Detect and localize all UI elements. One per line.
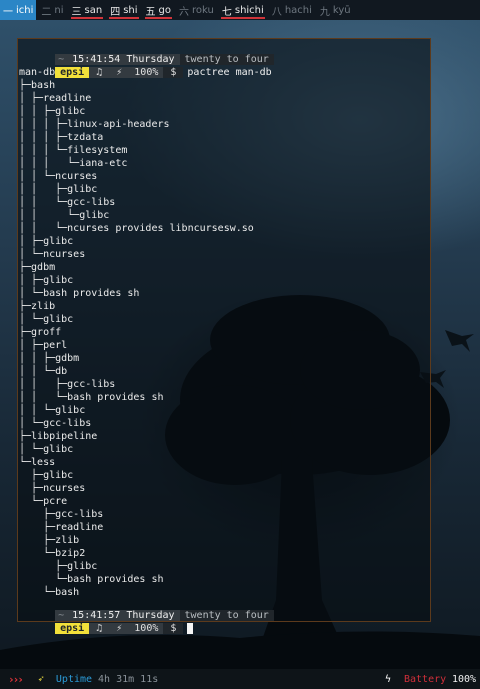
workspace-2[interactable]: 三 san xyxy=(69,0,106,20)
tree-line: ├─glibc xyxy=(19,470,74,481)
tree-line: │ │ │ ├─tzdata xyxy=(19,132,104,143)
tree-line: │ └─gcc-libs xyxy=(19,418,92,429)
prompt-battery-2: 100% xyxy=(129,622,164,634)
tree-line: │ ├─perl xyxy=(19,340,68,351)
prompt-command-line-2[interactable]: epsi ♫ ⚡ 100% $ xyxy=(19,609,194,634)
tree-line: │ │ └─ncurses provides libncursesw.so xyxy=(19,223,254,234)
workspace-label: ichi xyxy=(16,4,34,16)
status-bar: ››› ➶ Uptime 4h 31m 11s ϟ Battery 100% xyxy=(0,669,480,689)
tree-line: │ └─ncurses xyxy=(19,249,86,260)
tree-line: │ │ ├─glibc xyxy=(19,184,98,195)
workspace-4[interactable]: 五 go xyxy=(143,0,174,20)
tree-line: │ ├─readline xyxy=(19,93,92,104)
workspace-6[interactable]: 七 shichi xyxy=(219,0,267,20)
tree-line: │ │ └─ncurses xyxy=(19,171,98,182)
workspace-8[interactable]: 九 kyū xyxy=(317,0,354,20)
music-note-icon-2: ♫ xyxy=(89,622,110,634)
workspace-bar: 一 ichi 二 ni 三 san 四 shi 五 go 六 roku 七 shichi 八 hachi 九 ky… xyxy=(0,0,480,20)
workspace-number: 四 xyxy=(110,6,121,18)
workspace-1[interactable]: 二 ni xyxy=(38,0,66,20)
tree-line: │ │ ├─gcc-libs xyxy=(19,379,116,390)
tree-line: │ │ │ └─iana-etc xyxy=(19,158,128,169)
workspace-number: 八 xyxy=(271,6,282,18)
tree-line: ├─ncurses xyxy=(19,483,86,494)
tree-line: │ └─glibc xyxy=(19,444,74,455)
battery-label: Battery xyxy=(404,673,447,685)
battery-bolt-icon: ϟ xyxy=(385,673,392,685)
tree-line: │ └─glibc xyxy=(19,314,74,325)
workspace-label: kyū xyxy=(332,4,351,16)
workspace-number: 九 xyxy=(319,6,330,18)
uptime-label: Uptime xyxy=(55,673,93,685)
tree-line: ├─zlib xyxy=(19,301,56,312)
terminal-window[interactable]: ~15:41:54 Thursday twenty to four epsi ♫ ⚡ 1… xyxy=(17,38,431,634)
prompt-user: epsi xyxy=(55,66,90,78)
battery-value: 100% xyxy=(452,673,477,685)
workspace-5[interactable]: 六 roku xyxy=(176,0,217,20)
tree-line: │ ├─glibc xyxy=(19,236,74,247)
tree-line: │ │ ├─glibc xyxy=(19,106,86,117)
tree-line: │ │ └─bash provides sh xyxy=(19,392,164,403)
tree-line: ├─bash xyxy=(19,80,56,91)
workspace-label: san xyxy=(84,4,103,16)
menu-chevron-icon[interactable]: ››› xyxy=(8,673,24,686)
prompt-command-line: epsi ♫ ⚡ 100% $ pactree man-db xyxy=(19,53,272,78)
tree-line: └─less xyxy=(19,457,56,468)
tree-line: │ │ │ └─filesystem xyxy=(19,145,128,156)
workspace-label: shi xyxy=(123,4,138,16)
command-text: pactree man-db xyxy=(187,67,272,78)
tree-line: ├─zlib xyxy=(19,535,80,546)
tree-line: │ │ ├─gdbm xyxy=(19,353,80,364)
tree-line: └─bash provides sh xyxy=(19,574,164,585)
tree-line: │ │ │ ├─linux-api-headers xyxy=(19,119,170,130)
prompt-human-time-2: twenty to four xyxy=(179,609,274,621)
workspace-0[interactable]: 一 ichi xyxy=(0,0,37,20)
tree-line: ├─readline xyxy=(19,522,104,533)
tree-line: man-db xyxy=(19,67,56,78)
workspace-label: ni xyxy=(54,4,64,16)
tree-line: │ │ └─db xyxy=(19,366,68,377)
workspace-label: go xyxy=(158,4,172,16)
workspace-number: 一 xyxy=(3,6,13,18)
launcher-icon[interactable]: ➶ xyxy=(38,674,44,685)
lightning-icon-2: ⚡ xyxy=(109,622,130,634)
desktop-background: 一 ichi 二 ni 三 san 四 shi 五 go 六 roku 七 shichi 八 hachi 九 ky… xyxy=(0,0,480,689)
tree-line: │ └─bash provides sh xyxy=(19,288,140,299)
workspace-number: 六 xyxy=(179,6,190,18)
prompt-battery: 100% xyxy=(129,66,164,78)
workspace-number: 五 xyxy=(145,6,156,18)
workspace-label: roku xyxy=(192,4,214,16)
dollar-icon-2: $ xyxy=(163,622,184,634)
tree-line: │ │ └─glibc xyxy=(19,405,86,416)
tree-line: └─bzip2 xyxy=(19,548,86,559)
workspace-3[interactable]: 四 shi xyxy=(107,0,140,20)
workspace-number: 二 xyxy=(41,6,52,18)
lightning-icon: ⚡ xyxy=(109,66,130,78)
prompt-status-line: ~15:41:54 Thursday twenty to four xyxy=(19,40,274,65)
uptime-value: 4h 31m 11s xyxy=(98,673,159,685)
tree-line: │ │ └─glibc xyxy=(19,210,110,221)
tree-line: └─pcre xyxy=(19,496,68,507)
dollar-icon: $ xyxy=(163,66,184,78)
workspace-7[interactable]: 八 hachi xyxy=(269,0,315,20)
workspace-label: hachi xyxy=(284,4,312,16)
workspace-number: 三 xyxy=(71,6,82,18)
tree-line: ├─glibc xyxy=(19,561,98,572)
tree-line: ├─libpipeline xyxy=(19,431,98,442)
prompt-user-2: epsi xyxy=(55,622,90,634)
tree-line: ├─gdbm xyxy=(19,262,56,273)
tree-line: │ │ └─gcc-libs xyxy=(19,197,116,208)
tree-line: │ ├─glibc xyxy=(19,275,74,286)
prompt-status-line-2: ~15:41:57 Thursday twenty to four xyxy=(19,596,274,621)
tree-line: ├─gcc-libs xyxy=(19,509,104,520)
text-cursor[interactable] xyxy=(187,622,194,634)
tree-line: ├─groff xyxy=(19,327,62,338)
workspace-number: 七 xyxy=(221,6,232,18)
music-note-icon: ♫ xyxy=(89,66,110,78)
workspace-label: shichi xyxy=(234,4,264,16)
